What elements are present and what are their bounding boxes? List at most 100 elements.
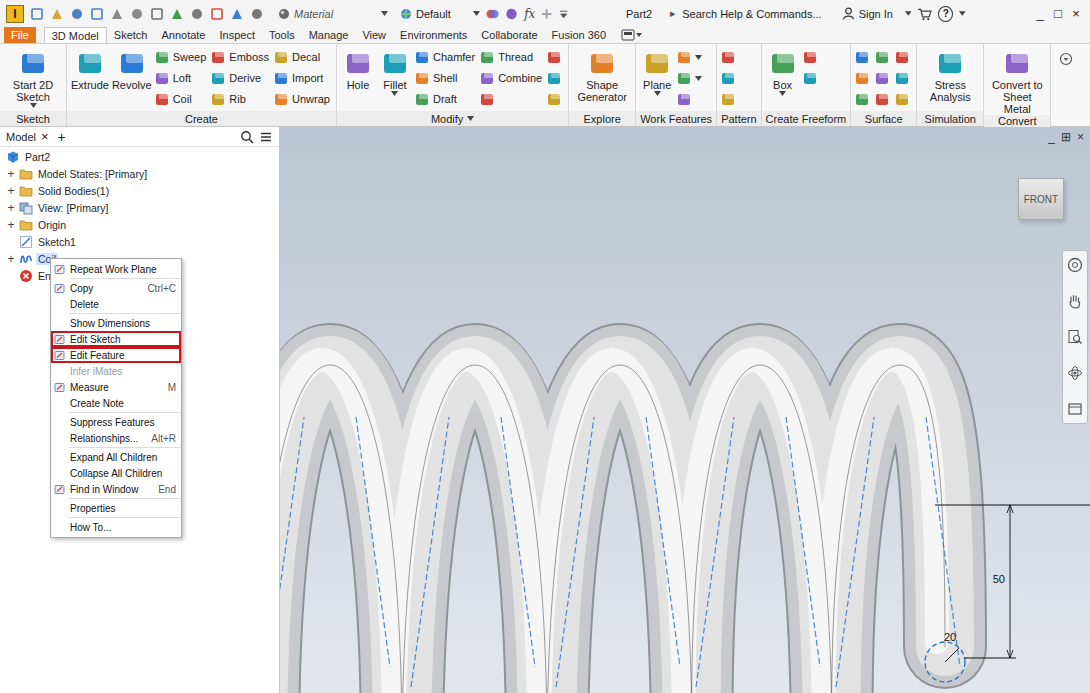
ribbon-small-button[interactable] [721,68,738,88]
ribbon-small-button[interactable]: Emboss [211,47,271,67]
ribbon-group-label[interactable]: Convert [984,115,1050,127]
ribbon-small-button[interactable] [547,47,564,67]
ribbon-small-button[interactable] [855,47,872,67]
ribbon-large-button[interactable]: Stress Analysis [921,47,979,103]
ribbon-small-button[interactable]: Chamfer [415,47,477,67]
quick-access-icon[interactable] [30,7,44,21]
quick-access-icon[interactable] [70,7,84,21]
menu-icon[interactable] [259,130,273,144]
dimension-label[interactable]: 50 [993,573,1005,585]
ribbon-group-label[interactable]: Surface [851,111,916,126]
quick-access-icon[interactable] [130,7,144,21]
quick-access-icon[interactable] [110,7,124,21]
tree-expander[interactable]: + [6,218,16,232]
ribbon-small-button[interactable] [895,47,912,67]
caret-icon[interactable] [905,11,912,16]
tree-node[interactable]: + Origin [0,216,279,233]
window-control-button[interactable]: _ [1032,6,1048,21]
ribbon-small-button[interactable]: Draft [415,89,477,109]
ribbon-large-button[interactable]: Revolve [112,47,152,91]
menu-item[interactable]: Copy Ctrl+C [51,280,181,296]
ribbon-small-button[interactable]: Combine [480,68,544,88]
menu-item[interactable]: Delete [51,296,181,312]
ribbon-small-button[interactable]: Sweep [155,47,209,67]
menu-item[interactable]: Create Note [51,395,181,411]
ribbon-small-button[interactable]: Derive [211,68,271,88]
quick-access-icon[interactable] [90,7,104,21]
ribbon-tab[interactable]: Environments [393,27,474,43]
ribbon-small-button[interactable]: Rib [211,89,271,109]
ribbon-tab[interactable]: 3D Model [44,27,107,43]
ribbon-small-button[interactable] [855,89,872,109]
menu-item[interactable]: Edit Feature [51,347,181,363]
app-logo[interactable]: I [6,5,24,23]
coil-model[interactable]: 50 20 [280,127,1090,693]
ribbon-group-label[interactable]: Sketch [0,111,66,126]
tree-expander[interactable]: + [6,167,16,181]
tree-node[interactable]: + Model States: [Primary] [0,165,279,182]
menu-item[interactable]: How To... [51,519,181,535]
menu-item[interactable]: Collapse All Children [51,465,181,481]
ribbon-small-button[interactable]: Import [274,68,332,88]
quick-access-icon[interactable] [190,7,204,21]
ribbon-small-button[interactable]: Loft [155,68,209,88]
tree-node[interactable]: Part2 [0,148,279,165]
ribbon-small-button[interactable]: Thread [480,47,544,67]
ribbon-tab[interactable]: Manage [302,27,356,43]
tree-node[interactable]: Sketch1 [0,233,279,250]
pan-hand-icon[interactable] [1067,293,1083,309]
ribbon-tab[interactable]: File [4,27,36,43]
tree-expander[interactable]: + [6,252,16,266]
ribbon-tab[interactable]: Sketch [107,27,155,43]
tree-expander[interactable]: + [6,201,16,215]
quick-access-icon[interactable] [230,7,244,21]
menu-item[interactable]: Show Dimensions [51,315,181,331]
add-icon[interactable] [541,8,552,20]
parameters-button[interactable]: fx [524,7,535,21]
steering-wheel-icon[interactable] [1067,257,1083,273]
ribbon-group-label[interactable]: Create [67,111,336,126]
quick-access-icon[interactable] [210,7,224,21]
menu-item[interactable]: Relationships... Alt+R [51,430,181,446]
help-button[interactable]: ? [938,6,953,22]
ribbon-large-button[interactable]: Box [766,47,800,96]
orbit-icon[interactable] [1067,365,1083,381]
ribbon-small-button[interactable] [547,89,564,109]
customize-icon[interactable] [559,9,568,19]
zoom-icon[interactable] [1067,329,1083,345]
ribbon-large-button[interactable]: Plane [640,47,674,96]
menu-item[interactable]: Suppress Features [51,414,181,430]
ribbon-large-button[interactable]: Hole [341,47,375,91]
material-dropdown[interactable]: Material [278,8,388,20]
viewport-control-button[interactable]: ⊞ [1061,130,1071,144]
ribbon-small-button[interactable] [677,89,704,109]
viewport-control-button[interactable]: _ [1048,130,1055,144]
cart-icon[interactable] [917,7,932,21]
ribbon-tab[interactable]: View [355,27,393,43]
viewport-control-button[interactable]: × [1077,130,1084,144]
ribbon-small-button[interactable] [803,47,820,67]
window-control-button[interactable]: □ [1050,6,1066,21]
clear-appearance-icon[interactable] [505,7,518,21]
ribbon-group-label[interactable]: Modify [337,111,568,126]
ribbon-group-label[interactable]: Work Features [636,111,716,126]
dimension-label[interactable]: 20 [944,631,956,643]
quick-access-icon[interactable] [50,7,64,21]
browser-tab-close[interactable]: × [41,129,49,144]
appearance-dropdown[interactable]: Default [400,8,480,20]
sign-in-button[interactable]: Sign In [842,7,893,20]
menu-item[interactable]: Edit Sketch [51,331,181,347]
ribbon-group-label[interactable]: Simulation [917,111,983,126]
ribbon-small-button[interactable]: Coil [155,89,209,109]
tree-expander[interactable]: + [6,184,16,198]
tree-node[interactable]: + View: [Primary] [0,199,279,216]
ribbon-tab[interactable]: Inspect [213,27,262,43]
ribbon-large-button[interactable]: Shape Generator [573,47,631,103]
ribbon-large-button[interactable]: Extrude [71,47,109,91]
ribbon-small-button[interactable]: Unwrap [274,89,332,109]
ribbon-large-button[interactable]: Start 2D Sketch [4,47,62,108]
ribbon-small-button[interactable] [547,68,564,88]
ribbon-small-button[interactable]: Shell [415,68,477,88]
view-cube[interactable]: FRONT [1018,178,1064,220]
ribbon-tab[interactable]: Tools [262,27,302,43]
